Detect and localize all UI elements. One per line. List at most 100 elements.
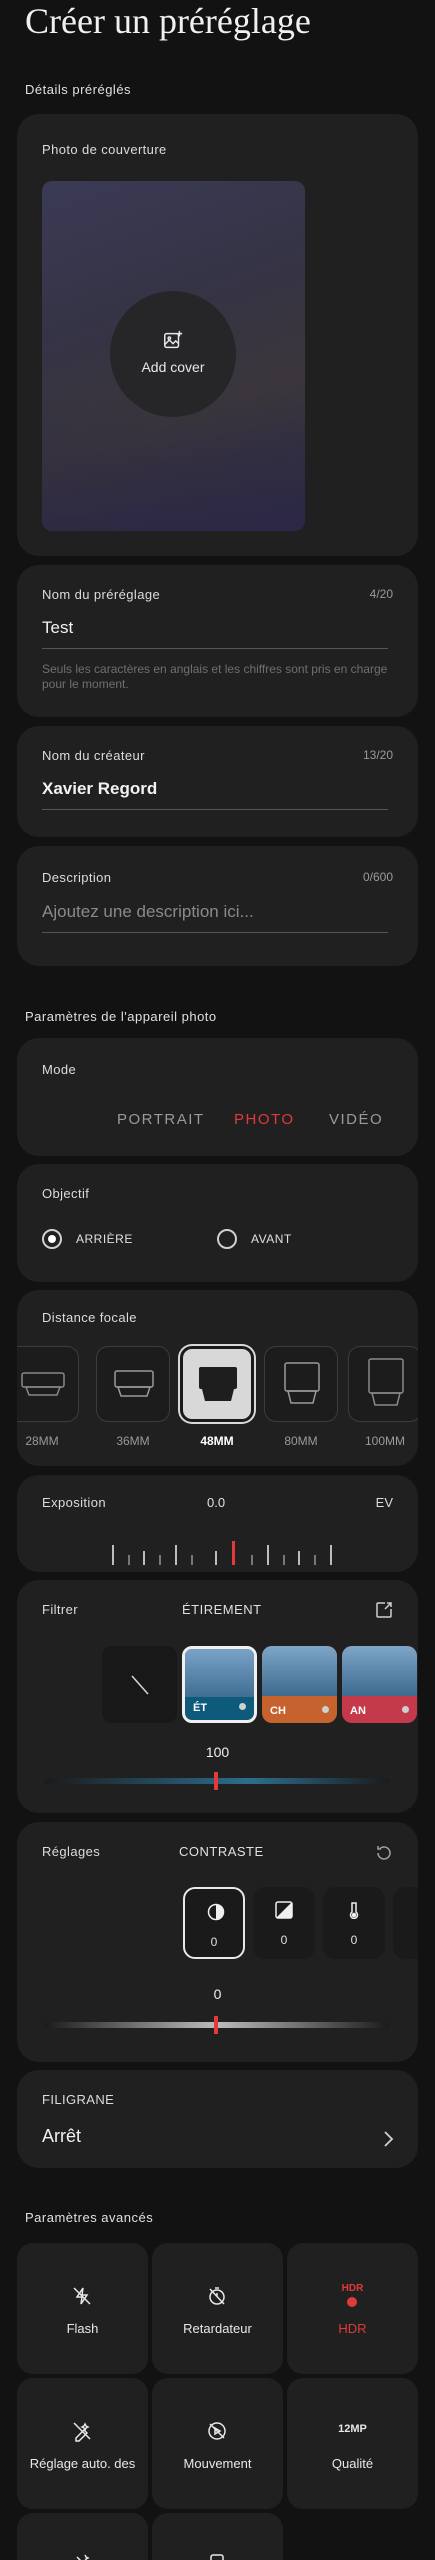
- description-input[interactable]: Ajoutez une description ici...: [42, 902, 388, 933]
- lens-100-icon: [368, 1358, 404, 1406]
- mode-label: Mode: [42, 1062, 77, 1077]
- frame-icon: [210, 2554, 224, 2560]
- radio-rear[interactable]: ARRIÈRE: [42, 1229, 133, 1249]
- adjust-value: 0: [213, 1986, 222, 2002]
- tile-timer[interactable]: Retardateur: [152, 2243, 283, 2374]
- ruler-tick: [112, 1545, 114, 1565]
- filter-preview: [342, 1646, 417, 1696]
- tile-more-2[interactable]: [152, 2513, 283, 2560]
- lens-option-100[interactable]: [348, 1346, 418, 1422]
- lens-option-28[interactable]: [17, 1346, 79, 1422]
- ruler-tick: [267, 1545, 269, 1565]
- no-filter-icon: [131, 1675, 149, 1695]
- filter-tag: ÉT: [193, 1702, 208, 1714]
- mode-option-video[interactable]: VIDÉO: [329, 1111, 383, 1128]
- creator-counter: 13/20: [362, 748, 393, 762]
- lens-label-48: 48MM: [200, 1434, 234, 1448]
- mode-card: Mode PORTRAIT PHOTO VIDÉO: [17, 1038, 418, 1156]
- section-label-details: Détails préréglés: [25, 82, 132, 97]
- preset-name-input[interactable]: Test: [42, 618, 388, 649]
- radio-rear-label: ARRIÈRE: [76, 1232, 133, 1246]
- hdr-auto-icon: HDR: [341, 2283, 364, 2294]
- lens-label-100: 100MM: [364, 1434, 405, 1448]
- creator-label: Nom du créateur: [42, 748, 145, 763]
- watermark-label: FILIGRANE: [42, 2092, 115, 2107]
- filter-label: Filtrer: [42, 1602, 79, 1617]
- lens-option-48[interactable]: [180, 1346, 254, 1422]
- exposure-indicator: [232, 1541, 235, 1565]
- adjust-exposure[interactable]: 0: [253, 1887, 315, 1959]
- resolution-icon: 12MP: [338, 2423, 367, 2435]
- lens-36-icon: [114, 1370, 154, 1397]
- tile-label: Mouvement: [183, 2456, 252, 2471]
- radio-rear-dot: [42, 1229, 62, 1249]
- creator-input[interactable]: Xavier Regord: [42, 779, 388, 810]
- tile-label: Retardateur: [183, 2321, 252, 2336]
- tile-label: Flash: [66, 2321, 99, 2336]
- lens-label-28: 28MM: [25, 1434, 59, 1448]
- tile-auto-adjust[interactable]: Réglage auto. des: [17, 2378, 148, 2509]
- filter-tag: CH: [270, 1705, 286, 1717]
- filter-preview: [185, 1649, 254, 1697]
- tile-label: Qualité: [331, 2456, 374, 2471]
- filter-value: 100: [205, 1744, 230, 1760]
- filter-item-et[interactable]: ÉT: [182, 1646, 257, 1723]
- tile-label: HDR: [338, 2321, 367, 2336]
- filter-dot: [322, 1706, 329, 1713]
- mode-option-portrait[interactable]: PORTRAIT: [117, 1111, 205, 1128]
- filter-card: Filtrer ÉTIREMENT ÉT CH AN 100: [17, 1580, 418, 1813]
- description-placeholder: Ajoutez une description ici...: [42, 902, 254, 921]
- add-photo-icon: [164, 330, 183, 349]
- contrast-value: 0: [210, 1935, 218, 1949]
- watermark-card[interactable]: FILIGRANE Arrêt: [17, 2070, 418, 2168]
- ruler-tick: [159, 1555, 161, 1565]
- exposure-card: Exposition 0.0 EV: [17, 1475, 418, 1572]
- add-cover-label: Add cover: [141, 359, 205, 375]
- exposure-unit: EV: [375, 1495, 393, 1510]
- ruler-tick: [215, 1551, 217, 1565]
- exposure-label: Exposition: [42, 1495, 106, 1510]
- ruler-tick: [251, 1555, 253, 1565]
- motion-off-icon: [208, 2422, 226, 2440]
- add-cover-button[interactable]: Add cover: [110, 291, 236, 417]
- mode-option-photo[interactable]: PHOTO: [234, 1111, 295, 1128]
- adjust-temperature[interactable]: 0: [323, 1887, 385, 1959]
- auto-adjust-off-icon: [73, 2422, 91, 2442]
- filter-slider-thumb[interactable]: [214, 1772, 218, 1790]
- description-counter: 0/600: [362, 870, 393, 884]
- ruler-tick: [330, 1545, 332, 1565]
- adjust-next[interactable]: [393, 1887, 418, 1959]
- cover-image[interactable]: Add cover: [42, 181, 305, 531]
- adjust-slider-thumb[interactable]: [214, 2016, 218, 2034]
- reset-icon[interactable]: [374, 1843, 394, 1863]
- tile-flash[interactable]: Flash: [17, 2243, 148, 2374]
- preset-name-card: Nom du préréglage 4/20 Test Seuls les ca…: [17, 565, 418, 717]
- exposure-ruler[interactable]: [112, 1541, 352, 1565]
- preset-name-hint: Seuls les caractères en anglais et les c…: [42, 662, 388, 691]
- tile-more-1[interactable]: [17, 2513, 148, 2560]
- radio-front-label: AVANT: [251, 1232, 292, 1246]
- radio-front[interactable]: AVANT: [217, 1229, 292, 1249]
- filter-item-an[interactable]: AN: [342, 1646, 417, 1723]
- filter-preview: [262, 1646, 337, 1696]
- adjust-contrast[interactable]: 0: [183, 1887, 245, 1959]
- ruler-tick: [283, 1555, 285, 1565]
- ruler-tick: [298, 1551, 300, 1565]
- tile-label: Réglage auto. des: [29, 2456, 136, 2471]
- tile-quality[interactable]: 12MP Qualité: [287, 2378, 418, 2509]
- lens-28-icon: [21, 1372, 65, 1396]
- lens-label-80: 80MM: [284, 1434, 318, 1448]
- ruler-tick: [191, 1555, 193, 1565]
- tile-hdr[interactable]: HDR HDR: [287, 2243, 418, 2374]
- contrast-icon: [207, 1903, 225, 1921]
- tile-motion[interactable]: Mouvement: [152, 2378, 283, 2509]
- lens-label: Objectif: [42, 1186, 90, 1201]
- lens-option-80[interactable]: [264, 1346, 338, 1422]
- lens-card: Objectif ARRIÈRE AVANT: [17, 1164, 418, 1282]
- lens-option-36[interactable]: [96, 1346, 170, 1422]
- filter-none[interactable]: [102, 1646, 177, 1723]
- filter-item-ch[interactable]: CH: [262, 1646, 337, 1723]
- export-icon[interactable]: [374, 1600, 394, 1620]
- focal-card: Distance focale 28MM 36MM 48MM 80MM 100M…: [17, 1290, 418, 1466]
- creator-card: Nom du créateur 13/20 Xavier Regord: [17, 726, 418, 837]
